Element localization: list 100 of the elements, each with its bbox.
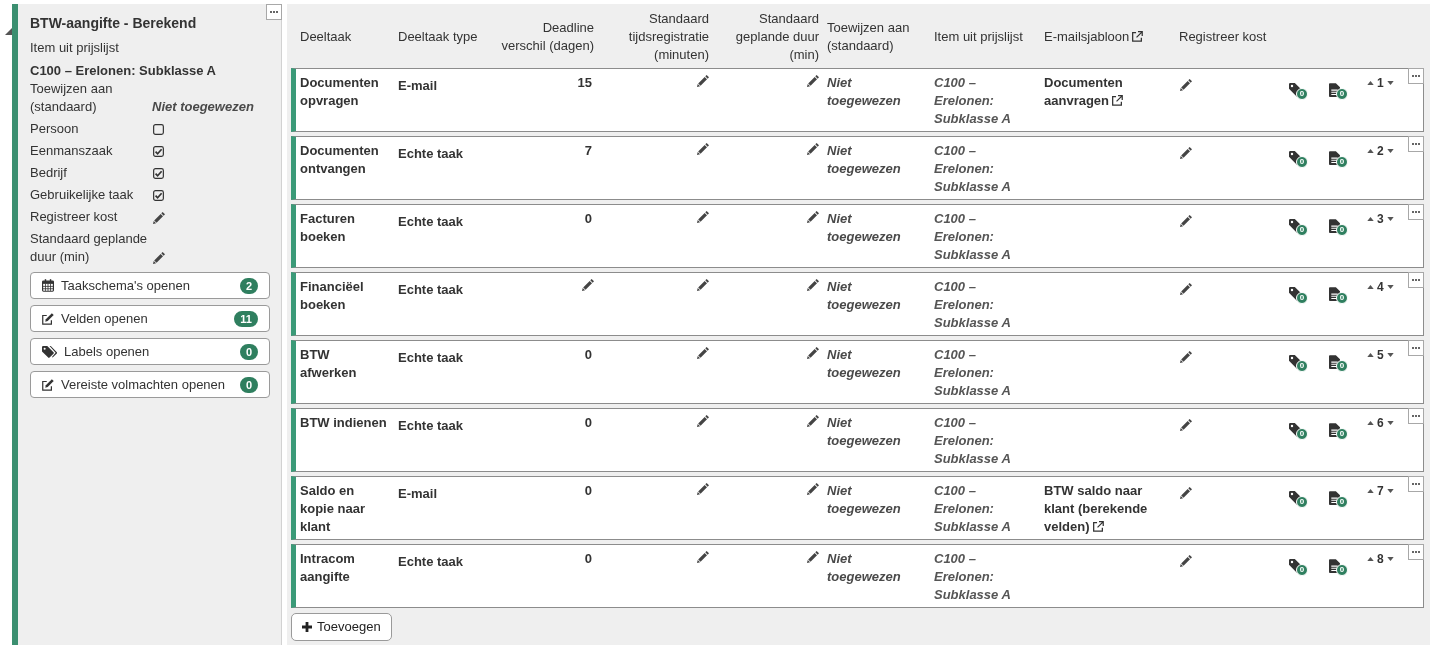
caret-up-icon[interactable] [1367, 557, 1374, 561]
order-number: 5 [1377, 347, 1384, 364]
caret-down-icon[interactable] [1386, 353, 1394, 357]
edit-icon[interactable] [697, 211, 709, 223]
caret-down-icon[interactable] [1386, 217, 1394, 221]
column-header: E-mailsjabloon [1044, 29, 1130, 44]
edit-icon[interactable] [1180, 418, 1192, 431]
edit-icon[interactable] [807, 347, 819, 359]
more-button[interactable] [1408, 476, 1424, 492]
caret-down-icon[interactable] [1386, 421, 1394, 425]
caret-down-icon[interactable] [1386, 557, 1394, 561]
caret-up-icon[interactable] [1367, 217, 1374, 221]
edit-icon[interactable] [807, 143, 819, 155]
caret-down-icon[interactable] [1386, 489, 1394, 493]
more-button[interactable] [1408, 544, 1424, 560]
count-badge: 0 [1336, 496, 1348, 508]
plus-icon [302, 622, 312, 632]
order-number: 7 [1377, 483, 1384, 500]
more-button[interactable] [1408, 204, 1424, 220]
edit-icon[interactable] [807, 551, 819, 563]
email-template-link[interactable]: BTW saldo naar klant (berekende velden) [1044, 482, 1169, 536]
price-item: C100 – Erelonen: Subklasse A [933, 550, 1012, 604]
count-badge: 0 [1296, 428, 1308, 440]
edit-icon[interactable] [1180, 350, 1192, 363]
edit-icon[interactable] [807, 279, 819, 291]
edit-icon[interactable] [697, 279, 709, 291]
open-button[interactable]: Vereiste volmachten openen 0 [30, 371, 270, 398]
subtask-name: Facturen boeken [299, 210, 356, 246]
external-link-icon[interactable] [1092, 521, 1104, 532]
caret-up-icon[interactable] [1367, 81, 1374, 85]
caret-up-icon[interactable] [1367, 489, 1374, 493]
edit-icon[interactable] [1180, 282, 1192, 295]
column-header: Deeltaak [299, 28, 353, 46]
count-badge: 0 [1336, 360, 1348, 372]
order-number: 2 [1377, 143, 1384, 160]
deadline-days: 0 [494, 482, 598, 500]
deadline-days: 0 [494, 550, 598, 568]
more-button[interactable] [1408, 68, 1424, 84]
more-button[interactable] [1408, 272, 1424, 288]
caret-up-icon[interactable] [1367, 285, 1374, 289]
subtask-type: E-mail [397, 77, 438, 95]
task-title: BTW-aangifte - Berekend [30, 14, 198, 33]
more-button[interactable] [1408, 136, 1424, 152]
column-header: Standaard geplande duur (min) [734, 10, 820, 64]
subtask-name: Saldo en kopie naar klant [299, 482, 367, 536]
price-item: C100 – Erelonen: Subklasse A [933, 210, 1012, 264]
open-button[interactable]: Taakschema's openen 2 [30, 272, 270, 299]
assignee-value: Niet toegewezen [826, 346, 902, 382]
subtask-type: E-mail [397, 485, 438, 503]
count-badge: 0 [1336, 428, 1348, 440]
caret-down-icon[interactable] [1386, 149, 1394, 153]
edit-icon[interactable] [807, 415, 819, 427]
edit-icon[interactable] [582, 279, 594, 291]
edit-icon[interactable] [697, 143, 709, 155]
add-button[interactable]: Toevoegen [291, 613, 392, 641]
edit-icon[interactable] [1180, 214, 1192, 227]
external-link-icon[interactable] [1132, 31, 1144, 42]
edit-icon[interactable] [807, 483, 819, 495]
count-badge: 2 [239, 277, 258, 294]
subtask-type: Echte taak [397, 417, 465, 435]
caret-up-icon[interactable] [1367, 421, 1374, 425]
email-template-link[interactable]: Documenten aanvragen [1044, 74, 1169, 110]
property-label: Bedrijf [30, 164, 68, 182]
deadline-days: 7 [494, 142, 598, 160]
edit-icon[interactable] [153, 252, 165, 264]
subtask-type: Echte taak [397, 281, 465, 299]
more-button[interactable] [1408, 340, 1424, 356]
edit-icon[interactable] [807, 211, 819, 223]
edit-icon[interactable] [153, 212, 165, 224]
edit-icon[interactable] [697, 75, 709, 87]
edit-icon[interactable] [1180, 486, 1192, 499]
edit-icon[interactable] [697, 415, 709, 427]
property-label: Eenmanszaak [30, 142, 114, 160]
deadline-days: 0 [494, 414, 598, 432]
edit-icon[interactable] [697, 551, 709, 563]
edit-icon[interactable] [697, 483, 709, 495]
subtask-type: Echte taak [397, 349, 465, 367]
more-button[interactable] [1408, 408, 1424, 424]
open-button[interactable]: Velden openen 11 [30, 305, 270, 332]
open-button[interactable]: Labels openen 0 [30, 338, 270, 365]
caret-down-icon[interactable] [1386, 285, 1394, 289]
subtask-name: BTW afwerken [299, 346, 358, 382]
assignee-value: Niet toegewezen [826, 142, 902, 178]
external-link-icon[interactable] [1112, 95, 1124, 106]
edit-icon[interactable] [1180, 554, 1192, 567]
order-number: 4 [1377, 279, 1384, 296]
caret-up-icon[interactable] [1367, 353, 1374, 357]
edit-icon[interactable] [807, 75, 819, 87]
caret-down-icon[interactable] [1386, 81, 1394, 85]
subtask-type: Echte taak [397, 213, 465, 231]
edit-icon[interactable] [1180, 78, 1192, 91]
count-badge: 0 [1296, 224, 1308, 236]
edit-icon[interactable] [1180, 146, 1192, 159]
assignee-value: Niet toegewezen [826, 278, 902, 314]
more-button[interactable] [266, 4, 282, 20]
caret-up-icon[interactable] [1367, 149, 1374, 153]
column-header: Standaard tijdsregistratie (minuten) [627, 10, 710, 64]
count-badge: 0 [1336, 292, 1348, 304]
property-label: Registreer kost [30, 208, 119, 226]
edit-icon[interactable] [697, 347, 709, 359]
